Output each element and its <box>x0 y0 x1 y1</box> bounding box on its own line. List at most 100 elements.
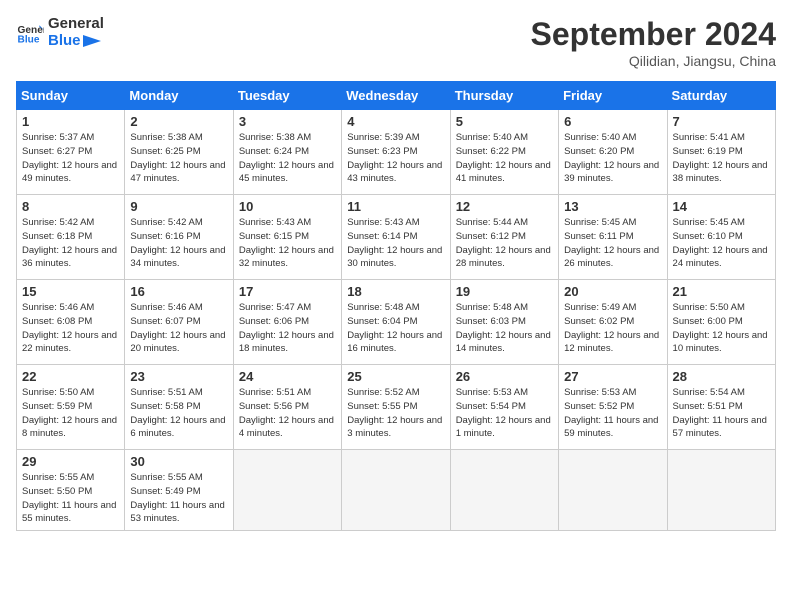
day-info: Sunrise: 5:50 AMSunset: 6:00 PMDaylight:… <box>673 301 770 356</box>
day-number: 17 <box>239 284 336 299</box>
day-number: 27 <box>564 369 661 384</box>
day-cell-24: 24 Sunrise: 5:51 AMSunset: 5:56 PMDaylig… <box>233 365 341 450</box>
day-cell-10: 10 Sunrise: 5:43 AMSunset: 6:15 PMDaylig… <box>233 195 341 280</box>
day-cell-28: 28 Sunrise: 5:54 AMSunset: 5:51 PMDaylig… <box>667 365 775 450</box>
day-number: 18 <box>347 284 444 299</box>
day-number: 24 <box>239 369 336 384</box>
col-saturday: Saturday <box>667 82 775 110</box>
svg-text:Blue: Blue <box>18 34 40 45</box>
day-cell-23: 23 Sunrise: 5:51 AMSunset: 5:58 PMDaylig… <box>125 365 233 450</box>
col-thursday: Thursday <box>450 82 558 110</box>
col-wednesday: Wednesday <box>342 82 450 110</box>
day-cell-7: 7 Sunrise: 5:41 AMSunset: 6:19 PMDayligh… <box>667 110 775 195</box>
col-tuesday: Tuesday <box>233 82 341 110</box>
day-cell-4: 4 Sunrise: 5:39 AMSunset: 6:23 PMDayligh… <box>342 110 450 195</box>
logo-arrow <box>83 35 101 47</box>
day-cell-18: 18 Sunrise: 5:48 AMSunset: 6:04 PMDaylig… <box>342 280 450 365</box>
page-header: General Blue General Blue September 2024… <box>16 16 776 69</box>
day-number: 25 <box>347 369 444 384</box>
day-cell-22: 22 Sunrise: 5:50 AMSunset: 5:59 PMDaylig… <box>17 365 125 450</box>
day-cell-6: 6 Sunrise: 5:40 AMSunset: 6:20 PMDayligh… <box>559 110 667 195</box>
day-info: Sunrise: 5:43 AMSunset: 6:15 PMDaylight:… <box>239 216 336 271</box>
day-cell-2: 2 Sunrise: 5:38 AMSunset: 6:25 PMDayligh… <box>125 110 233 195</box>
day-cell-29: 29 Sunrise: 5:55 AMSunset: 5:50 PMDaylig… <box>17 450 125 531</box>
day-cell-9: 9 Sunrise: 5:42 AMSunset: 6:16 PMDayligh… <box>125 195 233 280</box>
title-block: September 2024 Qilidian, Jiangsu, China <box>531 16 776 69</box>
day-cell-12: 12 Sunrise: 5:44 AMSunset: 6:12 PMDaylig… <box>450 195 558 280</box>
day-number: 10 <box>239 199 336 214</box>
day-info: Sunrise: 5:44 AMSunset: 6:12 PMDaylight:… <box>456 216 553 271</box>
day-cell-14: 14 Sunrise: 5:45 AMSunset: 6:10 PMDaylig… <box>667 195 775 280</box>
day-info: Sunrise: 5:38 AMSunset: 6:24 PMDaylight:… <box>239 131 336 186</box>
day-info: Sunrise: 5:46 AMSunset: 6:07 PMDaylight:… <box>130 301 227 356</box>
day-number: 8 <box>22 199 119 214</box>
day-cell-13: 13 Sunrise: 5:45 AMSunset: 6:11 PMDaylig… <box>559 195 667 280</box>
day-cell-8: 8 Sunrise: 5:42 AMSunset: 6:18 PMDayligh… <box>17 195 125 280</box>
day-info: Sunrise: 5:54 AMSunset: 5:51 PMDaylight:… <box>673 386 770 441</box>
day-info: Sunrise: 5:45 AMSunset: 6:11 PMDaylight:… <box>564 216 661 271</box>
col-sunday: Sunday <box>17 82 125 110</box>
empty-cell <box>667 450 775 531</box>
day-info: Sunrise: 5:53 AMSunset: 5:52 PMDaylight:… <box>564 386 661 441</box>
logo-icon: General Blue <box>16 19 44 47</box>
day-info: Sunrise: 5:55 AMSunset: 5:50 PMDaylight:… <box>22 471 119 526</box>
empty-cell <box>342 450 450 531</box>
day-info: Sunrise: 5:50 AMSunset: 5:59 PMDaylight:… <box>22 386 119 441</box>
day-number: 28 <box>673 369 770 384</box>
calendar-row-4: 22 Sunrise: 5:50 AMSunset: 5:59 PMDaylig… <box>17 365 776 450</box>
day-number: 30 <box>130 454 227 469</box>
empty-cell <box>450 450 558 531</box>
location-subtitle: Qilidian, Jiangsu, China <box>531 53 776 69</box>
day-number: 16 <box>130 284 227 299</box>
col-monday: Monday <box>125 82 233 110</box>
calendar-row-3: 15 Sunrise: 5:46 AMSunset: 6:08 PMDaylig… <box>17 280 776 365</box>
calendar-row-2: 8 Sunrise: 5:42 AMSunset: 6:18 PMDayligh… <box>17 195 776 280</box>
day-number: 4 <box>347 114 444 129</box>
day-number: 19 <box>456 284 553 299</box>
day-info: Sunrise: 5:51 AMSunset: 5:58 PMDaylight:… <box>130 386 227 441</box>
day-number: 11 <box>347 199 444 214</box>
day-info: Sunrise: 5:43 AMSunset: 6:14 PMDaylight:… <box>347 216 444 271</box>
logo-general: General <box>48 16 104 33</box>
day-info: Sunrise: 5:38 AMSunset: 6:25 PMDaylight:… <box>130 131 227 186</box>
day-number: 14 <box>673 199 770 214</box>
col-friday: Friday <box>559 82 667 110</box>
day-info: Sunrise: 5:39 AMSunset: 6:23 PMDaylight:… <box>347 131 444 186</box>
day-info: Sunrise: 5:55 AMSunset: 5:49 PMDaylight:… <box>130 471 227 526</box>
day-cell-15: 15 Sunrise: 5:46 AMSunset: 6:08 PMDaylig… <box>17 280 125 365</box>
day-number: 13 <box>564 199 661 214</box>
day-cell-17: 17 Sunrise: 5:47 AMSunset: 6:06 PMDaylig… <box>233 280 341 365</box>
day-cell-26: 26 Sunrise: 5:53 AMSunset: 5:54 PMDaylig… <box>450 365 558 450</box>
logo-blue: Blue <box>48 33 104 50</box>
day-info: Sunrise: 5:42 AMSunset: 6:18 PMDaylight:… <box>22 216 119 271</box>
day-info: Sunrise: 5:37 AMSunset: 6:27 PMDaylight:… <box>22 131 119 186</box>
empty-cell <box>559 450 667 531</box>
day-cell-25: 25 Sunrise: 5:52 AMSunset: 5:55 PMDaylig… <box>342 365 450 450</box>
day-info: Sunrise: 5:46 AMSunset: 6:08 PMDaylight:… <box>22 301 119 356</box>
day-info: Sunrise: 5:49 AMSunset: 6:02 PMDaylight:… <box>564 301 661 356</box>
day-number: 15 <box>22 284 119 299</box>
logo: General Blue General Blue <box>16 16 104 49</box>
day-info: Sunrise: 5:42 AMSunset: 6:16 PMDaylight:… <box>130 216 227 271</box>
day-number: 9 <box>130 199 227 214</box>
day-info: Sunrise: 5:48 AMSunset: 6:04 PMDaylight:… <box>347 301 444 356</box>
day-number: 3 <box>239 114 336 129</box>
day-cell-5: 5 Sunrise: 5:40 AMSunset: 6:22 PMDayligh… <box>450 110 558 195</box>
day-number: 1 <box>22 114 119 129</box>
day-number: 7 <box>673 114 770 129</box>
day-number: 6 <box>564 114 661 129</box>
day-number: 12 <box>456 199 553 214</box>
day-info: Sunrise: 5:51 AMSunset: 5:56 PMDaylight:… <box>239 386 336 441</box>
day-info: Sunrise: 5:52 AMSunset: 5:55 PMDaylight:… <box>347 386 444 441</box>
calendar-table: Sunday Monday Tuesday Wednesday Thursday… <box>16 81 776 531</box>
day-number: 23 <box>130 369 227 384</box>
day-info: Sunrise: 5:40 AMSunset: 6:22 PMDaylight:… <box>456 131 553 186</box>
empty-cell <box>233 450 341 531</box>
day-info: Sunrise: 5:40 AMSunset: 6:20 PMDaylight:… <box>564 131 661 186</box>
day-info: Sunrise: 5:41 AMSunset: 6:19 PMDaylight:… <box>673 131 770 186</box>
day-cell-27: 27 Sunrise: 5:53 AMSunset: 5:52 PMDaylig… <box>559 365 667 450</box>
day-cell-3: 3 Sunrise: 5:38 AMSunset: 6:24 PMDayligh… <box>233 110 341 195</box>
day-info: Sunrise: 5:48 AMSunset: 6:03 PMDaylight:… <box>456 301 553 356</box>
calendar-header-row: Sunday Monday Tuesday Wednesday Thursday… <box>17 82 776 110</box>
day-info: Sunrise: 5:53 AMSunset: 5:54 PMDaylight:… <box>456 386 553 441</box>
